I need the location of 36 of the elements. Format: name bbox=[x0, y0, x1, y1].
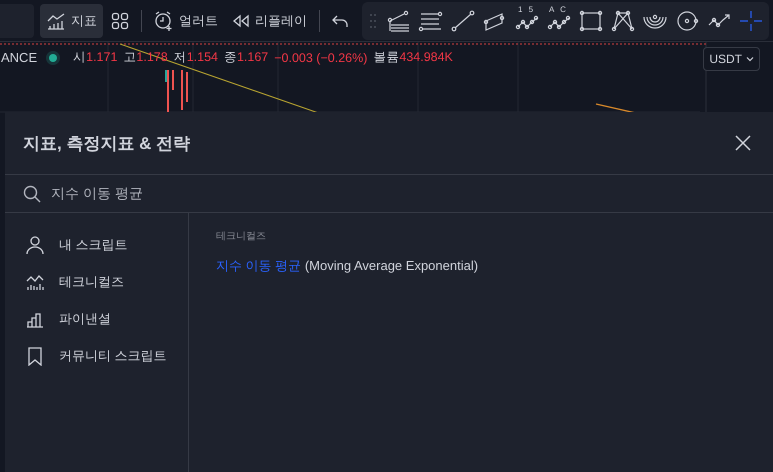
wave-tool[interactable]: A C bbox=[543, 6, 574, 36]
category-item[interactable]: 내 스크립트 bbox=[5, 226, 188, 263]
search-icon bbox=[23, 184, 41, 202]
ohlc-value: 시 1.171 bbox=[73, 49, 118, 66]
grip-icon[interactable] bbox=[370, 14, 376, 28]
section-heading: 테크니컬즈 bbox=[216, 230, 267, 243]
dialog-title: 지표, 측정지표 & 전략 bbox=[23, 132, 190, 154]
user-icon bbox=[25, 234, 45, 254]
category-item[interactable]: 테크니컬즈 bbox=[5, 263, 188, 300]
category-item[interactable]: 파이낸셜 bbox=[5, 300, 188, 337]
indicator-result[interactable]: 지수 이동 평균 (Moving Average Exponential) bbox=[216, 257, 478, 275]
category-item[interactable]: 커뮤니티 스크립트 bbox=[5, 337, 188, 374]
wave-tool[interactable]: 1 5 bbox=[511, 6, 542, 36]
trend-line-icon bbox=[450, 8, 476, 32]
price-change: −0.003 (−0.26%) bbox=[274, 50, 368, 64]
alert-button[interactable]: 얼러트 bbox=[148, 4, 224, 38]
grid-icon bbox=[111, 12, 129, 30]
ohlc-value: 저 1.154 bbox=[174, 49, 218, 66]
crosshair-icon bbox=[738, 8, 764, 32]
currency-dropdown[interactable]: USDT bbox=[703, 47, 760, 71]
undo-icon bbox=[332, 14, 348, 28]
chart-icon bbox=[46, 12, 66, 30]
chevron-down-icon bbox=[746, 56, 754, 62]
search-field[interactable]: 지수 이동 평균 bbox=[49, 184, 755, 202]
ohlc-value: 종1.167 bbox=[224, 49, 268, 66]
alarm-clock-icon bbox=[154, 10, 174, 30]
status-dot bbox=[49, 54, 58, 62]
rewind-icon bbox=[232, 14, 250, 28]
indicators-button[interactable]: 지표 bbox=[40, 4, 103, 38]
replay-button[interactable]: 리플레이 bbox=[226, 4, 313, 38]
close-icon[interactable] bbox=[735, 135, 751, 151]
volume-value: 볼륨434.984K bbox=[373, 49, 453, 66]
symbol-name: ANCE bbox=[1, 50, 38, 65]
pattern-icon bbox=[610, 8, 636, 32]
rectangle-icon bbox=[578, 8, 604, 32]
pitchfork-icon bbox=[386, 8, 412, 32]
